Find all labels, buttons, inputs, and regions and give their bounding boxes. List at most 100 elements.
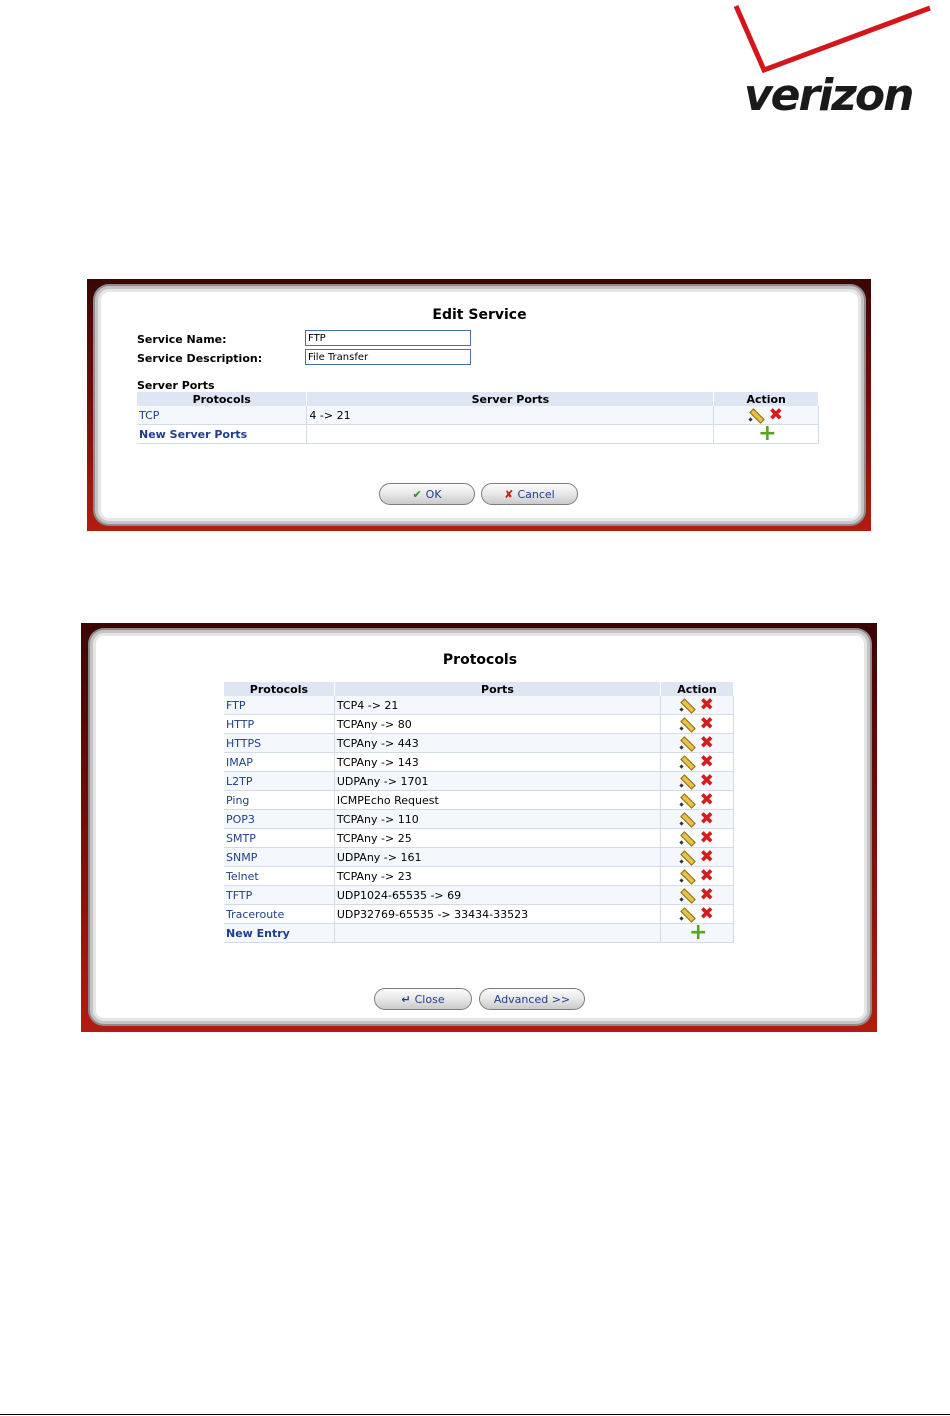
add-icon[interactable]: +	[758, 423, 776, 445]
action-cell: +	[713, 423, 819, 445]
delete-icon[interactable]: ✖	[699, 754, 715, 771]
action-cell: ✖	[660, 752, 734, 772]
action-cell: ✖	[660, 714, 734, 734]
ports-cell: TCPAny -> 443	[334, 733, 662, 753]
add-icon[interactable]: +	[689, 922, 707, 944]
ports-cell: ICMPEcho Request	[334, 790, 662, 810]
protocol-link[interactable]: Telnet	[224, 866, 335, 886]
protocol-link[interactable]: Ping	[224, 790, 335, 810]
pencil-icon[interactable]	[679, 887, 695, 903]
protocol-link[interactable]: FTP	[224, 696, 335, 715]
new-server-ports-link[interactable]: New Server Ports	[137, 424, 308, 444]
pencil-icon[interactable]	[679, 849, 695, 865]
table-row: POP3 TCPAny -> 110 ✖	[224, 809, 734, 829]
server-ports-cell: 4 -> 21	[306, 406, 715, 425]
protocol-link[interactable]: POP3	[224, 809, 335, 829]
delete-icon[interactable]: ✖	[699, 773, 715, 790]
table-row: SMTP TCPAny -> 25 ✖	[224, 828, 734, 848]
pencil-icon[interactable]	[679, 773, 695, 789]
edit-service-dialog: Edit Service Service Name: Service Descr…	[87, 279, 871, 531]
table-row: HTTP TCPAny -> 80 ✖	[224, 714, 734, 734]
protocol-link[interactable]: Traceroute	[224, 904, 335, 924]
action-cell: ✖	[660, 790, 734, 810]
pencil-icon[interactable]	[679, 792, 695, 808]
table-row: New Server Ports +	[137, 423, 819, 445]
ports-cell: TCPAny -> 23	[334, 866, 662, 886]
delete-icon[interactable]: ✖	[699, 868, 715, 885]
service-description-input[interactable]	[305, 349, 471, 365]
table-row: New Entry +	[224, 922, 734, 944]
table-row: HTTPS TCPAny -> 443 ✖	[224, 733, 734, 753]
verizon-logo: verizon	[734, 0, 934, 120]
column-header: Server Ports	[306, 392, 715, 406]
action-cell: ✖	[660, 771, 734, 791]
protocols-table: Protocols Ports Action FTP TCP4 -> 21 ✖ HT…	[224, 682, 734, 944]
ports-cell: TCPAny -> 80	[334, 714, 662, 734]
return-arrow-icon: ↵	[401, 992, 411, 1006]
server-ports-label: Server Ports	[137, 379, 215, 392]
action-cell: ✖	[660, 847, 734, 867]
delete-icon[interactable]: ✖	[699, 887, 715, 904]
page-bottom-rule	[0, 1414, 950, 1415]
action-cell: ✖	[660, 828, 734, 848]
column-header: Ports	[334, 682, 662, 696]
table-row: IMAP TCPAny -> 143 ✖	[224, 752, 734, 772]
ports-cell: UDP32769-65535 -> 33434-33523	[334, 904, 662, 924]
edit-service-panel: Edit Service Service Name: Service Descr…	[95, 286, 864, 524]
ports-cell: TCPAny -> 25	[334, 828, 662, 848]
table-row: SNMP UDPAny -> 161 ✖	[224, 847, 734, 867]
delete-icon[interactable]: ✖	[699, 735, 715, 752]
ports-cell: UDPAny -> 161	[334, 847, 662, 867]
pencil-icon[interactable]	[679, 735, 695, 751]
pencil-icon[interactable]	[679, 868, 695, 884]
pencil-icon[interactable]	[679, 754, 695, 770]
new-entry-link[interactable]: New Entry	[224, 923, 335, 943]
protocol-link[interactable]: TFTP	[224, 885, 335, 905]
table-row: Ping ICMPEcho Request ✖	[224, 790, 734, 810]
pencil-icon[interactable]	[679, 811, 695, 827]
protocol-link[interactable]: HTTPS	[224, 733, 335, 753]
delete-icon[interactable]: ✖	[699, 697, 715, 714]
pencil-icon[interactable]	[679, 830, 695, 846]
service-name-input[interactable]	[305, 330, 471, 346]
advanced-button-label: Advanced >>	[493, 992, 571, 1006]
action-cell: ✖	[660, 809, 734, 829]
protocol-link[interactable]: SNMP	[224, 847, 335, 867]
cancel-button-label: Cancel	[517, 487, 555, 501]
protocol-link[interactable]: SMTP	[224, 828, 335, 848]
column-header: Action	[713, 392, 819, 406]
table-row: TCP 4 -> 21 ✖	[137, 406, 819, 425]
protocol-link[interactable]: HTTP	[224, 714, 335, 734]
table-row: TFTP UDP1024-65535 -> 69 ✖	[224, 885, 734, 905]
delete-icon[interactable]: ✖	[699, 849, 715, 866]
delete-icon[interactable]: ✖	[699, 830, 715, 847]
protocol-link[interactable]: TCP	[137, 406, 308, 425]
table-row: Telnet TCPAny -> 23 ✖	[224, 866, 734, 886]
protocol-rows: FTP TCP4 -> 21 ✖ HTTP TCPAny -> 80 ✖ HTTPS TC…	[224, 696, 734, 924]
service-name-label: Service Name:	[137, 333, 227, 346]
advanced-button[interactable]: Advanced >>	[479, 988, 585, 1010]
delete-icon[interactable]: ✖	[699, 716, 715, 733]
pencil-icon[interactable]	[679, 697, 695, 713]
close-button[interactable]: ↵ Close	[374, 988, 472, 1010]
pencil-icon[interactable]	[679, 716, 695, 732]
column-header: Action	[660, 682, 734, 696]
protocol-link[interactable]: L2TP	[224, 771, 335, 791]
protocols-dialog: Protocols Protocols Ports Action FTP TCP4…	[81, 623, 877, 1032]
column-header: Protocols	[137, 392, 308, 406]
action-cell: ✖	[660, 866, 734, 886]
protocol-link[interactable]: IMAP	[224, 752, 335, 772]
ok-button[interactable]: ✔ OK	[379, 483, 475, 505]
action-cell: ✖	[660, 696, 734, 715]
dialog-title: Edit Service	[432, 307, 527, 323]
table-row: FTP TCP4 -> 21 ✖	[224, 696, 734, 715]
action-cell: ✖	[660, 733, 734, 753]
delete-icon[interactable]: ✖	[699, 792, 715, 809]
dialog-title: Protocols	[442, 652, 518, 668]
action-cell: +	[660, 922, 734, 944]
cancel-button[interactable]: ✘ Cancel	[481, 483, 578, 505]
logo-wordmark: verizon	[744, 70, 914, 121]
ports-cell: TCP4 -> 21	[334, 696, 662, 715]
service-description-label: Service Description:	[137, 352, 263, 365]
delete-icon[interactable]: ✖	[699, 811, 715, 828]
